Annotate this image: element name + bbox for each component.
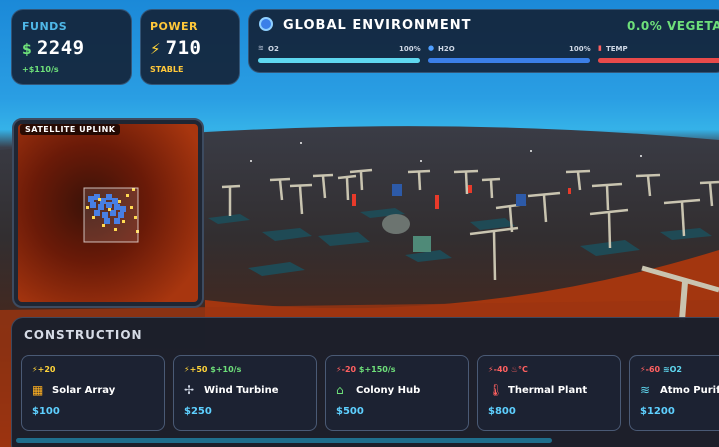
global-environment-panel: GLOBAL ENVIRONMENT 0.0% VEGETA ≋ O2 100%…	[248, 9, 719, 73]
power-value: 710	[165, 37, 202, 59]
building-name: Wind Turbine	[204, 385, 279, 396]
vegetation-percent: 0.0% VEGETA	[627, 19, 719, 33]
building-price: $100	[32, 406, 60, 417]
building-price: $500	[336, 406, 364, 417]
building-name: Thermal Plant	[508, 385, 588, 396]
globe-icon	[259, 17, 273, 31]
lightning-icon: ⚡	[150, 40, 161, 58]
h2o-value: 100%	[569, 45, 591, 53]
build-card-colony-hub[interactable]: ⚡-20 $+150/s ⌂ Colony Hub $500	[325, 355, 469, 431]
power-status: STABLE	[150, 65, 184, 74]
wind-icon: ≋	[640, 383, 651, 397]
construction-scrollbar[interactable]	[16, 438, 552, 443]
build-card-wind-turbine[interactable]: ⚡+50 $+10/s ✢ Wind Turbine $250	[173, 355, 317, 431]
building-price: $800	[488, 406, 516, 417]
o2-value: 100%	[399, 45, 421, 53]
thermometer-icon: ▮	[598, 44, 602, 52]
stat-power: +20	[37, 365, 56, 374]
building-name: Atmo Purifier	[660, 385, 719, 396]
wind-icon: ≋	[662, 365, 670, 374]
building-price: $250	[184, 406, 212, 417]
o2-label: O2	[268, 45, 279, 53]
build-card-solar-array[interactable]: ⚡+20 ▦ Solar Array $100	[21, 355, 165, 431]
satellite-uplink-minimap[interactable]: SATELLITE UPLINK	[12, 118, 204, 308]
power-panel: POWER ⚡ 710 STABLE	[140, 9, 240, 85]
build-card-thermal-plant[interactable]: ⚡-40 ♨°C 🌡 Thermal Plant $800	[477, 355, 621, 431]
power-label: POWER	[150, 20, 199, 33]
water-drop-icon: ●	[428, 44, 435, 52]
temperature-icon: 🌡	[488, 383, 504, 397]
h2o-label: H2O	[438, 45, 455, 53]
fire-icon: ♨	[510, 365, 519, 374]
construction-panel: CONSTRUCTION ⚡+20 ▦ Solar Array $100 ⚡+5…	[11, 317, 719, 447]
stat-income: +10/s	[215, 365, 242, 374]
building-name: Colony Hub	[356, 385, 421, 396]
solar-panel-icon: ▦	[32, 383, 44, 397]
temp-bar	[598, 58, 719, 63]
h2o-bar	[428, 58, 590, 63]
stat-power: -60	[645, 365, 661, 374]
funds-label: FUNDS	[22, 20, 68, 33]
minimap-terrain[interactable]	[18, 124, 198, 302]
building-price: $1200	[640, 406, 675, 417]
temp-label: TEMP	[606, 45, 628, 53]
stat-power: -40	[493, 365, 509, 374]
building-name: Solar Array	[52, 385, 116, 396]
build-card-atmo-purifier[interactable]: ⚡-60 ≋O2 ≋ Atmo Purifier $1200	[629, 355, 719, 431]
stat-temp: °C	[518, 365, 528, 374]
o2-bar	[258, 58, 420, 63]
dollar-icon: $	[22, 42, 32, 58]
home-icon: ⌂	[336, 383, 344, 397]
stat-income: +150/s	[364, 365, 396, 374]
stat-o2: O2	[669, 365, 682, 374]
wind-icon: ≋	[258, 44, 264, 52]
satellite-title: SATELLITE UPLINK	[20, 124, 121, 135]
construction-title: CONSTRUCTION	[24, 328, 143, 342]
fan-icon: ✢	[184, 383, 195, 397]
funds-panel: FUNDS $ 2249 +$110/s	[11, 9, 132, 85]
funds-rate: +$110/s	[22, 65, 59, 74]
stat-power: +50	[189, 365, 208, 374]
environment-title: GLOBAL ENVIRONMENT	[283, 18, 472, 33]
stat-power: -20	[341, 365, 357, 374]
funds-value: 2249	[36, 37, 85, 59]
